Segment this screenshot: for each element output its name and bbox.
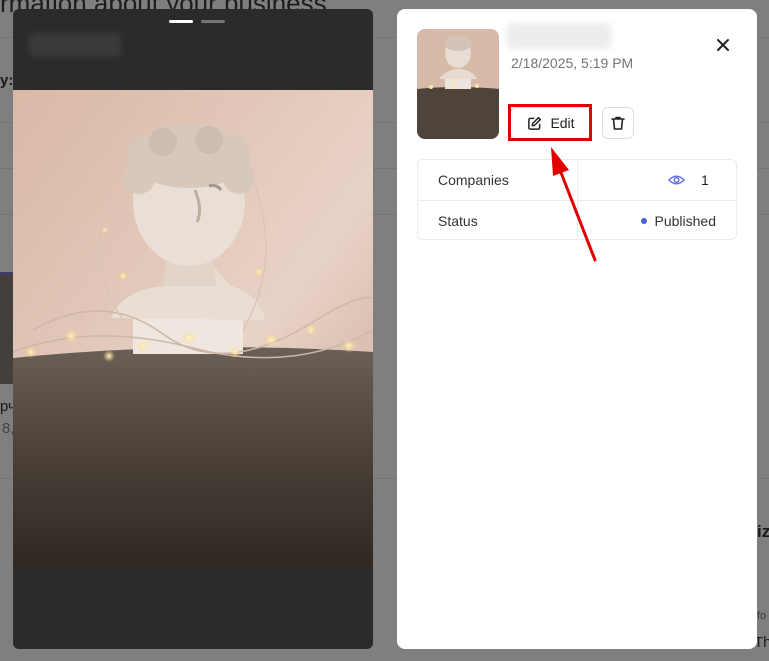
close-icon	[717, 39, 729, 51]
story-info-table: Companies 1 Status Published	[417, 159, 737, 240]
blurred-story-name	[507, 23, 611, 49]
progress-segment[interactable]	[201, 20, 225, 23]
story-image	[13, 90, 373, 568]
edit-button[interactable]: Edit	[510, 107, 592, 139]
trash-icon	[611, 116, 625, 130]
delete-button[interactable]	[602, 107, 634, 139]
blurred-account-name	[29, 33, 121, 57]
status-text: Published	[654, 212, 717, 229]
status-dot-icon	[640, 217, 647, 224]
close-button[interactable]	[711, 33, 735, 57]
bust-photo-icon	[417, 29, 499, 139]
companies-count: 1	[701, 172, 709, 188]
edit-button-label: Edit	[550, 115, 575, 131]
story-details-panel: 2/18/2025, 5:19 PM Edit Companies 1 Stat…	[397, 9, 757, 649]
story-viewer	[13, 9, 373, 649]
table-row-companies: Companies 1	[418, 160, 736, 200]
bust-photo-icon	[13, 90, 373, 568]
status-label: Status	[438, 212, 478, 229]
eye-icon	[668, 175, 685, 185]
story-progress	[169, 20, 225, 23]
table-row-status: Status Published	[418, 200, 736, 239]
story-thumbnail[interactable]	[417, 29, 499, 139]
pencil-square-icon	[528, 116, 542, 130]
column-divider	[577, 160, 578, 200]
status-badge: Published	[640, 212, 717, 229]
story-date: 2/18/2025, 5:19 PM	[511, 55, 634, 71]
companies-label: Companies	[438, 172, 509, 188]
column-divider	[577, 201, 578, 239]
companies-value[interactable]: 1	[668, 172, 709, 188]
progress-segment[interactable]	[169, 20, 193, 23]
